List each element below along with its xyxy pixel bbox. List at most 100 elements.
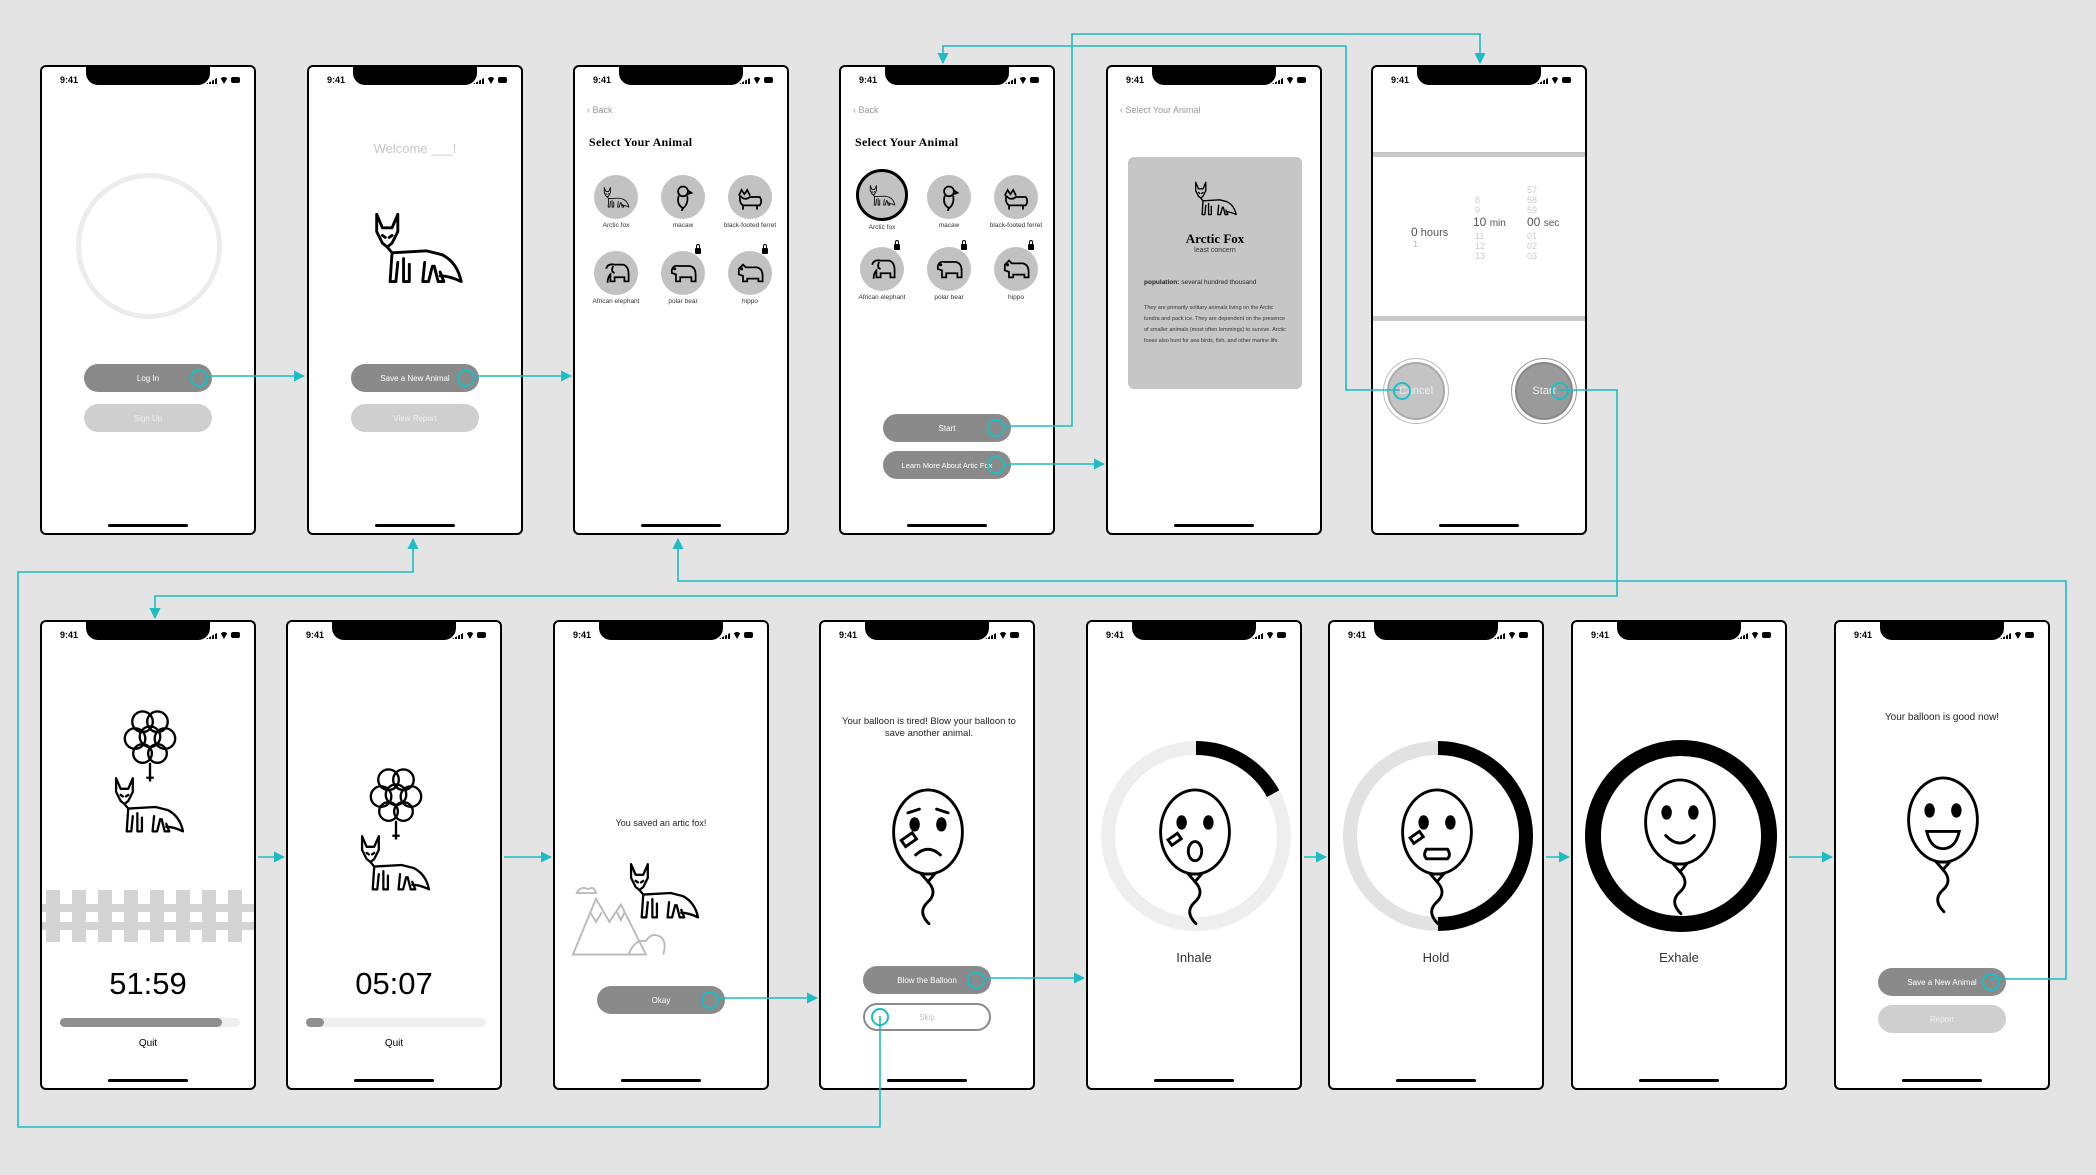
signal-icon bbox=[206, 633, 217, 639]
home-indicator bbox=[1154, 1079, 1234, 1082]
progress-bar bbox=[60, 1018, 240, 1027]
seconds-wheel[interactable]: 57 58 59 00 sec 01 02 03 bbox=[1527, 185, 1577, 261]
wifi-icon bbox=[753, 77, 761, 84]
inhale-label: Inhale bbox=[1176, 950, 1212, 965]
lock-icon bbox=[695, 244, 701, 254]
animal-avatar bbox=[728, 175, 772, 219]
battery-icon bbox=[477, 632, 486, 638]
fox-icon bbox=[868, 181, 896, 209]
animal-polar-bear[interactable]: polar bear bbox=[916, 240, 982, 301]
screen-timer-picker: 9:41 0 hours 1 8 9 10 min 11 12 13 57 58… bbox=[1371, 65, 1587, 535]
animal-ferret[interactable]: black-footed ferret bbox=[717, 175, 783, 229]
animal-ferret[interactable]: black-footed ferret bbox=[983, 175, 1049, 229]
battery-icon bbox=[1762, 632, 1771, 638]
picker-divider-top bbox=[1373, 152, 1585, 157]
back-label: Back bbox=[858, 105, 879, 115]
animal-macaw[interactable]: macaw bbox=[650, 175, 716, 229]
signal-icon bbox=[1537, 78, 1548, 84]
signal-icon bbox=[1737, 633, 1748, 639]
status-icons bbox=[1272, 77, 1306, 84]
animal-name: polar bear bbox=[934, 294, 964, 301]
wifi-icon bbox=[1551, 77, 1559, 84]
lock-icon bbox=[894, 240, 900, 250]
animal-name: polar bear bbox=[668, 298, 698, 305]
animal-macaw[interactable]: macaw bbox=[916, 175, 982, 229]
animal-avatar bbox=[927, 240, 971, 291]
sec-above: 59 bbox=[1527, 205, 1538, 215]
notch bbox=[1617, 622, 1741, 640]
animal-polar-bear[interactable]: polar bear bbox=[650, 244, 716, 305]
animal-hippo[interactable]: hippo bbox=[983, 240, 1049, 301]
minutes-wheel[interactable]: 8 9 10 min 11 12 13 bbox=[1473, 195, 1517, 261]
signal-icon bbox=[985, 633, 996, 639]
screen-exhale: 9:41 Exhale bbox=[1571, 620, 1787, 1090]
hours-unit: hours bbox=[1420, 227, 1449, 239]
wifi-icon bbox=[1286, 77, 1294, 84]
wifi-icon bbox=[1266, 632, 1274, 639]
notch bbox=[353, 67, 477, 85]
hotspot-save bbox=[1982, 973, 2000, 991]
status-time: 9:41 bbox=[1126, 75, 1145, 85]
population-line: population: several hundred thousand bbox=[1144, 279, 1256, 286]
wifi-icon bbox=[1019, 77, 1027, 84]
animal-avatar bbox=[661, 175, 705, 219]
animal-elephant[interactable]: African elephant bbox=[849, 240, 915, 301]
surprised-balloon-icon bbox=[1152, 782, 1238, 926]
elephant-icon bbox=[868, 255, 896, 283]
seconds-unit: sec bbox=[1543, 218, 1560, 229]
status-time: 9:41 bbox=[573, 630, 592, 640]
quit-button[interactable]: Quit bbox=[42, 1038, 254, 1049]
back-link[interactable]: ‹ Back bbox=[587, 105, 613, 115]
hotspot-login bbox=[190, 369, 208, 387]
animal-name: Arctic fox bbox=[602, 222, 630, 229]
signup-button[interactable]: Sign Up bbox=[84, 404, 212, 432]
status-icons bbox=[452, 632, 486, 639]
animal-name: black-footed ferret bbox=[723, 222, 777, 229]
animal-elephant[interactable]: African elephant bbox=[583, 251, 649, 305]
report-button[interactable]: Report bbox=[1878, 1005, 2006, 1033]
home-indicator bbox=[907, 524, 987, 527]
grinning-balloon-icon bbox=[1900, 770, 1986, 914]
min-above: 8 bbox=[1475, 195, 1481, 205]
animal-arctic-fox[interactable]: Arctic fox bbox=[583, 175, 649, 229]
home-indicator bbox=[1902, 1079, 1982, 1082]
home-indicator bbox=[641, 524, 721, 527]
screen-session-low: 9:41 05:07 Quit bbox=[286, 620, 502, 1090]
min-below: 13 bbox=[1475, 251, 1486, 261]
hippo-icon bbox=[736, 259, 764, 287]
home-indicator bbox=[1174, 524, 1254, 527]
picker-divider-bottom bbox=[1373, 316, 1585, 321]
hippo-icon bbox=[1002, 255, 1030, 283]
fox-icon bbox=[625, 858, 701, 922]
wifi-icon bbox=[220, 632, 228, 639]
battery-icon bbox=[744, 632, 753, 638]
description-text: They are primarily solitary animals livi… bbox=[1144, 305, 1286, 344]
ferret-icon bbox=[736, 183, 764, 211]
wifi-icon bbox=[999, 632, 1007, 639]
screen-login: 9:41 Log In Sign Up bbox=[40, 65, 256, 535]
select-title: Select Your Animal bbox=[589, 135, 693, 149]
status-time: 9:41 bbox=[306, 630, 325, 640]
battery-icon bbox=[764, 77, 773, 83]
animal-hippo[interactable]: hippo bbox=[717, 244, 783, 305]
status-time: 9:41 bbox=[859, 75, 878, 85]
hours-wheel[interactable]: 0 hours 1 bbox=[1411, 225, 1461, 249]
home-indicator bbox=[354, 1079, 434, 1082]
battery-icon bbox=[231, 632, 240, 638]
animal-arctic-fox[interactable]: Arctic fox bbox=[849, 169, 915, 231]
home-indicator bbox=[887, 1079, 967, 1082]
view-report-button[interactable]: View Report bbox=[351, 404, 479, 432]
status-time: 9:41 bbox=[593, 75, 612, 85]
back-label: Back bbox=[592, 105, 613, 115]
quit-button[interactable]: Quit bbox=[288, 1038, 500, 1049]
animal-name: macaw bbox=[938, 222, 960, 229]
animal-name: black-footed ferret bbox=[989, 222, 1043, 229]
status-time: 9:41 bbox=[60, 630, 79, 640]
min-below: 12 bbox=[1475, 241, 1486, 251]
status-time: 9:41 bbox=[1106, 630, 1125, 640]
back-link[interactable]: ‹ Select Your Animal bbox=[1120, 105, 1201, 115]
back-link[interactable]: ‹ Back bbox=[853, 105, 879, 115]
elephant-icon bbox=[602, 259, 630, 287]
hours-below: 1 bbox=[1413, 239, 1419, 249]
sec-below: 02 bbox=[1527, 241, 1538, 251]
